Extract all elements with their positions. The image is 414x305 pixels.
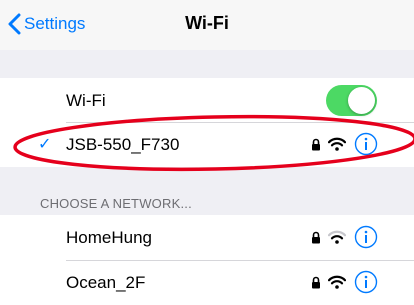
page-title: Wi-Fi xyxy=(0,13,414,34)
wifi-toggle-label: Wi-Fi xyxy=(66,91,106,110)
network-row-ocean[interactable]: Ocean_2F xyxy=(0,260,414,305)
section-header: CHOOSE A NETWORK... xyxy=(40,196,192,211)
wifi-icon xyxy=(328,230,346,244)
network-row-homehung[interactable]: HomeHung xyxy=(0,215,414,260)
navigation-bar: Settings Wi-Fi xyxy=(0,0,414,50)
wifi-icon xyxy=(328,275,346,289)
wifi-toggle-row: Wi-Fi xyxy=(0,78,414,123)
info-icon[interactable] xyxy=(354,132,378,156)
lock-icon xyxy=(312,231,320,244)
connected-network-row[interactable]: ✓ JSB-550_F730 xyxy=(0,122,414,167)
checkmark-icon: ✓ xyxy=(38,136,52,153)
connected-network-name: JSB-550_F730 xyxy=(66,135,180,154)
network-name: HomeHung xyxy=(66,228,152,247)
network-name: Ocean_2F xyxy=(66,273,146,292)
info-icon[interactable] xyxy=(354,225,378,249)
lock-icon xyxy=(312,138,320,151)
wifi-toggle-switch[interactable] xyxy=(326,85,377,116)
lock-icon xyxy=(312,276,320,289)
page-title-text: Wi-Fi xyxy=(185,13,229,33)
info-icon[interactable] xyxy=(354,270,378,294)
toggle-knob xyxy=(348,87,375,114)
wifi-icon xyxy=(328,137,346,151)
